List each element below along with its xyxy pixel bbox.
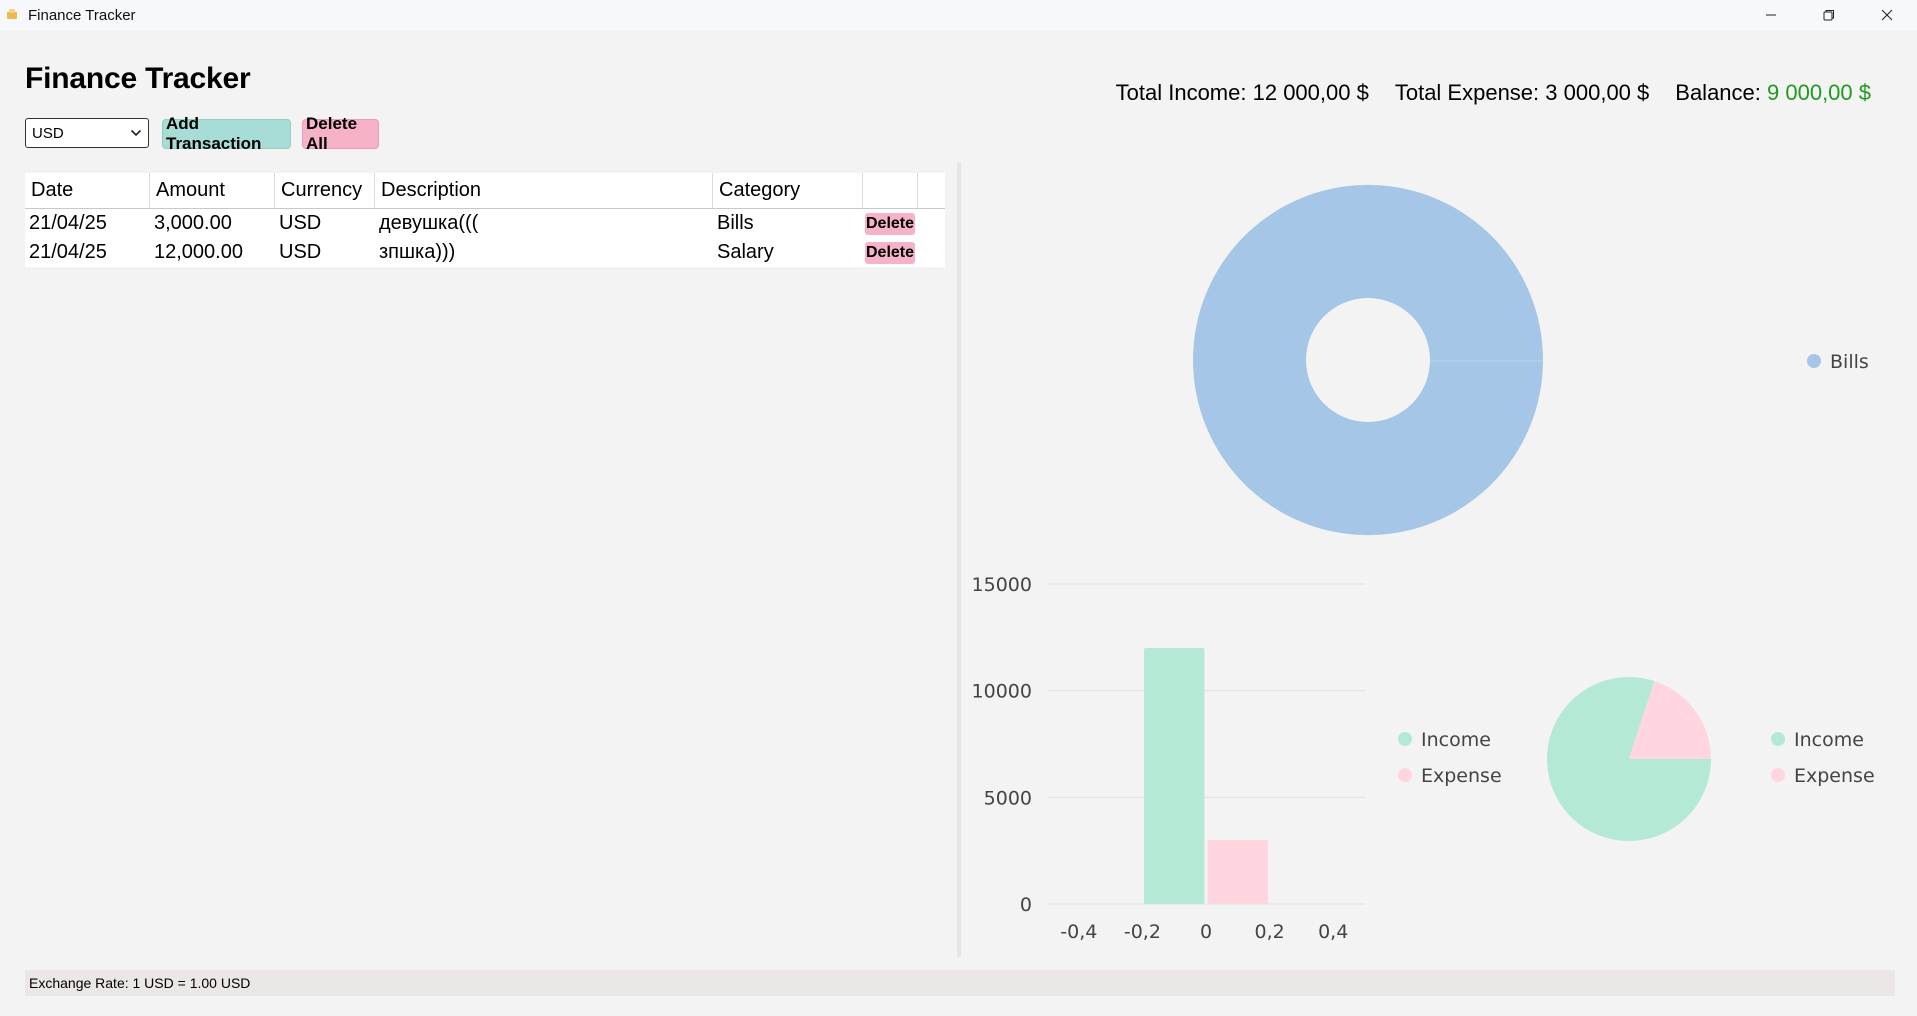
x-tick-label: 0	[1200, 921, 1212, 943]
legend-marker-expense	[1398, 768, 1412, 782]
legend-marker-income	[1771, 732, 1785, 746]
legend-label-expense: Expense	[1421, 765, 1502, 787]
x-tick-label: 0,2	[1254, 921, 1284, 943]
status-bar: Exchange Rate: 1 USD = 1.00 USD	[25, 970, 1895, 996]
x-tick-label: -0,2	[1124, 921, 1161, 943]
legend-marker-income	[1398, 732, 1412, 746]
y-tick-label: 5000	[984, 787, 1032, 809]
charts-area: Bills 0 5000 10000 15000 -0,4 -0,2 0 0,2 0,4 Incom…	[972, 184, 1875, 943]
legend-label-income: Income	[1794, 729, 1864, 751]
bar-income	[1143, 648, 1205, 904]
legend-marker-bills	[1807, 354, 1821, 368]
bar-expense	[1207, 840, 1269, 904]
legend-marker-expense	[1771, 768, 1785, 782]
legend-label-bills: Bills	[1830, 351, 1869, 373]
pie-slice-bills	[1192, 184, 1543, 536]
x-tick-label: -0,4	[1060, 921, 1097, 943]
y-tick-label: 0	[1020, 894, 1032, 916]
legend-label-expense: Expense	[1794, 765, 1875, 787]
y-tick-label: 15000	[972, 574, 1032, 596]
x-tick-label: 0,4	[1318, 921, 1348, 943]
legend-label-income: Income	[1421, 729, 1491, 751]
y-tick-label: 10000	[972, 681, 1032, 703]
exchange-rate: Exchange Rate: 1 USD = 1.00 USD	[29, 975, 251, 991]
